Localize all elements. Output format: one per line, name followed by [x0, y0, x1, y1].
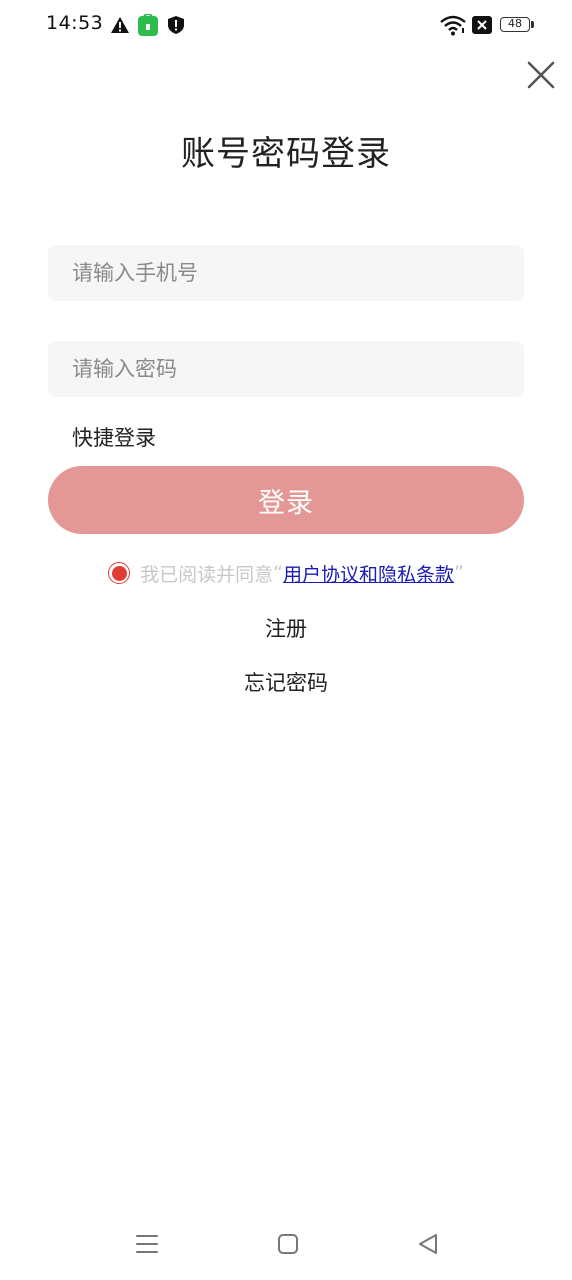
register-link[interactable]: 注册 — [0, 613, 572, 643]
warning-icon — [111, 17, 129, 33]
password-field[interactable] — [48, 341, 524, 397]
agreement-text: 我已阅读并同意 — [140, 563, 274, 586]
open-quote: “ — [273, 562, 283, 584]
back-icon[interactable] — [417, 1232, 439, 1256]
close-box-icon — [472, 16, 492, 34]
terms-privacy-link[interactable]: 用户协议和隐私条款 — [283, 560, 454, 587]
agreement-row: 我已阅读并同意 “ 用户协议和隐私条款 ” — [0, 558, 572, 588]
phone-input[interactable] — [48, 245, 524, 301]
battery-tip — [531, 21, 534, 28]
radio-checked-dot — [111, 565, 127, 581]
green-app-icon — [138, 14, 158, 36]
password-input[interactable] — [48, 341, 524, 397]
menu-icon[interactable] — [136, 1232, 158, 1256]
page-title: 账号密码登录 — [181, 134, 391, 174]
status-bar: 14:53 48 — [0, 0, 572, 52]
quick-login-link[interactable]: 快捷登录 — [72, 422, 156, 452]
shield-icon — [168, 16, 184, 34]
close-quote: ” — [454, 562, 464, 584]
battery-icon: 48 — [500, 17, 530, 32]
login-screen: 14:53 48 账号密码登录 请输入手机号 快捷登录 登录 我已阅读并同意 “… — [0, 0, 572, 1280]
agreement-radio[interactable] — [108, 562, 131, 584]
close-icon[interactable] — [524, 58, 558, 92]
home-icon[interactable] — [277, 1232, 299, 1256]
status-time: 14:53 — [46, 12, 104, 34]
forgot-password-link[interactable]: 忘记密码 — [0, 667, 572, 697]
wifi-icon — [440, 15, 466, 36]
phone-field[interactable] — [48, 245, 524, 301]
login-button[interactable]: 登录 — [48, 466, 524, 534]
